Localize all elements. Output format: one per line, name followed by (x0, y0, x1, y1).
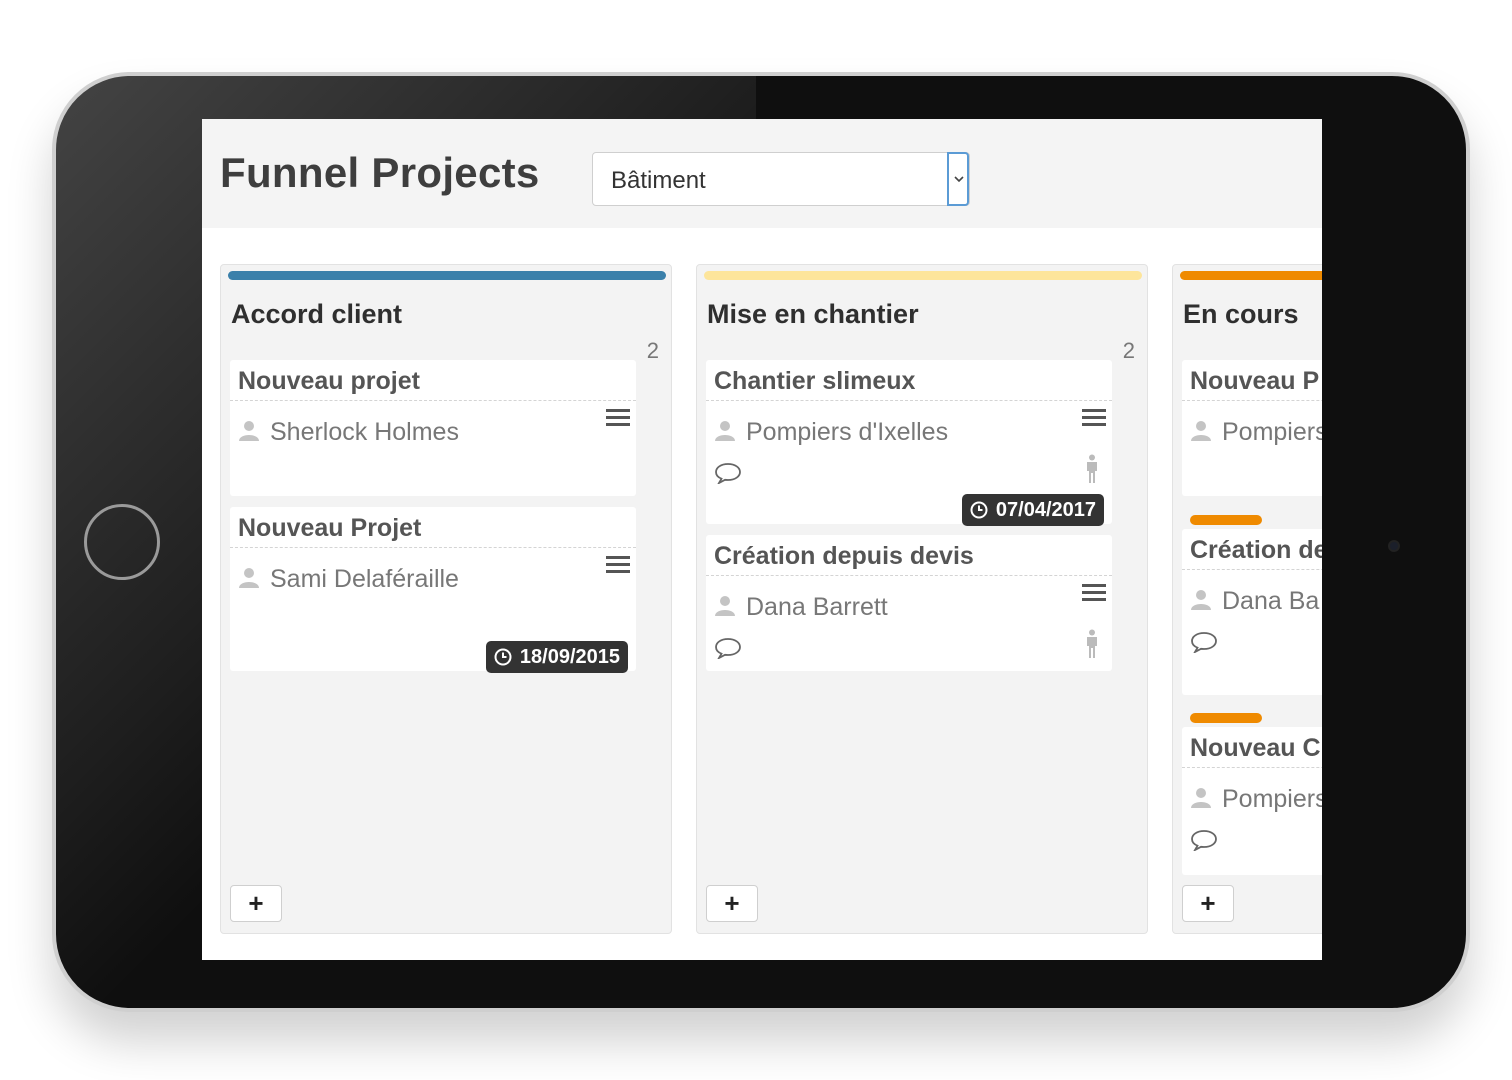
kanban-board: Accord client 2 Nouveau projet Sherlock … (202, 228, 1322, 960)
card-color-tag (1190, 713, 1262, 723)
project-card[interactable]: Nouveau P Pompiers (1182, 360, 1322, 496)
card-title: Nouveau C (1190, 734, 1321, 762)
clock-icon (494, 648, 512, 666)
app-screen: Funnel Projects Bâtiment Accord client 2… (202, 119, 1322, 960)
card-person: Dana Barrett (714, 593, 888, 622)
user-icon (239, 421, 259, 441)
card-divider (1182, 569, 1322, 570)
comment-icon[interactable] (714, 637, 742, 659)
card-title: Nouveau Projet (238, 514, 422, 542)
card-person: Sherlock Holmes (238, 418, 459, 447)
project-card[interactable]: Création de Dana Ba (1182, 515, 1322, 695)
comment-icon[interactable] (714, 462, 742, 484)
menu-icon[interactable] (1082, 408, 1106, 428)
comment-icon[interactable] (1190, 631, 1218, 653)
user-icon (1191, 590, 1211, 610)
column-count: 2 (1122, 338, 1135, 363)
card-person-name: Pompiers d'Ixelles (746, 418, 949, 446)
home-button[interactable] (84, 504, 160, 580)
due-date-badge: 07/04/2017 (961, 494, 1104, 526)
card-divider (230, 400, 636, 401)
user-icon (1191, 421, 1211, 441)
add-card-button[interactable]: + (230, 885, 282, 922)
due-date-text: 07/04/2017 (995, 499, 1096, 521)
category-select-value: Bâtiment (611, 167, 706, 194)
camera-icon (1388, 540, 1400, 552)
card-divider (1182, 767, 1322, 768)
due-date-text: 18/09/2015 (519, 646, 620, 668)
menu-icon[interactable] (1082, 583, 1106, 603)
card-divider (706, 400, 1112, 401)
card-person: Sami Delaféraille (238, 565, 459, 594)
card-person-name: Pompiers (1222, 785, 1322, 813)
card-title: Nouveau P (1190, 367, 1320, 395)
card-person-name: Dana Barrett (746, 593, 888, 621)
column-color-bar (1180, 271, 1322, 280)
chevron-down-icon[interactable] (947, 152, 969, 206)
header-bar: Funnel Projects Bâtiment (202, 119, 1322, 228)
card-title: Chantier slimeux (714, 367, 916, 395)
user-icon (715, 596, 735, 616)
card-person: Pompiers (1190, 785, 1322, 814)
user-icon (239, 568, 259, 588)
column-count: 2 (646, 338, 659, 363)
card-title: Création depuis devis (714, 542, 974, 570)
card-person-name: Dana Ba (1222, 587, 1320, 615)
card-title: Création de (1190, 536, 1322, 564)
menu-icon[interactable] (606, 408, 630, 428)
card-person: Pompiers (1190, 418, 1322, 447)
category-select[interactable]: Bâtiment (592, 152, 970, 206)
project-card[interactable]: Nouveau C Pompiers (1182, 713, 1322, 875)
column-en-cours: En cours Nouveau P Pompiers Création de … (1172, 264, 1322, 934)
card-person-name: Pompiers (1222, 418, 1322, 446)
person-walking-icon (1087, 454, 1097, 483)
card-color-tag (1190, 515, 1262, 525)
column-color-bar (228, 271, 666, 280)
menu-icon[interactable] (606, 555, 630, 575)
add-card-button[interactable]: + (706, 885, 758, 922)
page-title: Funnel Projects (220, 149, 540, 196)
add-card-button[interactable]: + (1182, 885, 1234, 922)
column-title: Accord client (231, 299, 403, 329)
column-accord-client: Accord client 2 Nouveau projet Sherlock … (220, 264, 672, 934)
user-icon (1191, 788, 1211, 808)
card-divider (230, 547, 636, 548)
comment-icon[interactable] (1190, 829, 1218, 851)
card-title: Nouveau projet (238, 367, 420, 395)
column-mise-en-chantier: Mise en chantier 2 Chantier slimeux Pomp… (696, 264, 1148, 934)
clock-icon (970, 501, 988, 519)
due-date-badge: 18/09/2015 (485, 641, 628, 673)
project-card[interactable]: Chantier slimeux Pompiers d'Ixelles 07/0… (706, 360, 1112, 526)
card-person: Dana Ba (1190, 587, 1319, 616)
card-divider (706, 575, 1112, 576)
person-walking-icon (1087, 629, 1097, 658)
card-person-name: Sherlock Holmes (270, 418, 459, 446)
card-person: Pompiers d'Ixelles (714, 418, 948, 447)
column-title: En cours (1183, 299, 1299, 329)
column-title: Mise en chantier (707, 299, 919, 329)
column-color-bar (704, 271, 1142, 280)
card-person-name: Sami Delaféraille (270, 565, 459, 593)
card-divider (1182, 400, 1322, 401)
project-card[interactable]: Nouveau projet Sherlock Holmes (230, 360, 636, 496)
project-card[interactable]: Création depuis devis Dana Barrett (706, 535, 1112, 671)
project-card[interactable]: Nouveau Projet Sami Delaféraille 18/09/2… (230, 507, 636, 673)
user-icon (715, 421, 735, 441)
